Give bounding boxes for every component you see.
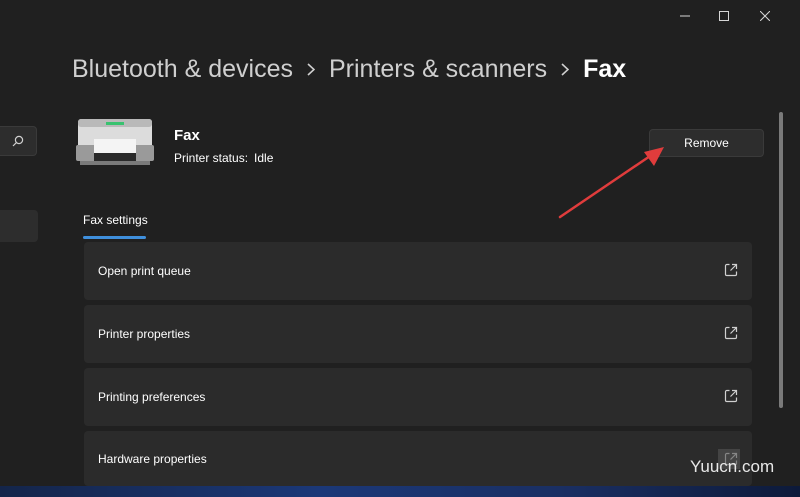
printer-icon — [76, 119, 154, 165]
setting-label: Open print queue — [98, 264, 191, 278]
chevron-right-icon — [307, 62, 315, 76]
close-icon — [760, 11, 770, 21]
page-title: Fax — [583, 54, 627, 83]
tab-selected-indicator — [83, 236, 146, 239]
search-icon — [12, 135, 24, 147]
setting-label: Printer properties — [98, 327, 191, 341]
setting-hardware-properties[interactable]: Hardware properties — [84, 431, 752, 486]
chevron-right-icon — [561, 62, 570, 76]
watermark: Yuucn.com — [690, 457, 775, 476]
breadcrumb-item-printers[interactable]: Printers & scanners — [329, 55, 547, 84]
tab-fax-settings[interactable]: Fax settings — [83, 213, 148, 227]
sidebar-search-box[interactable] — [0, 126, 37, 156]
sidebar-selected-item[interactable] — [0, 210, 38, 242]
maximize-icon — [719, 11, 729, 21]
setting-open-print-queue[interactable]: Open print queue — [84, 242, 752, 300]
open-external-icon — [724, 326, 738, 340]
desktop-background — [0, 486, 800, 497]
close-button[interactable] — [742, 0, 788, 32]
setting-label: Printing preferences — [98, 390, 206, 404]
setting-printer-properties[interactable]: Printer properties — [84, 305, 752, 363]
printer-status: Printer status: Idle — [174, 151, 273, 165]
open-external-icon — [724, 389, 738, 403]
setting-printing-preferences[interactable]: Printing preferences — [84, 368, 752, 426]
printer-status-label: Printer status: — [174, 151, 249, 165]
scrollbar[interactable] — [779, 112, 783, 408]
minimize-icon — [680, 15, 690, 17]
open-external-icon — [724, 263, 738, 277]
breadcrumb-item-bluetooth[interactable]: Bluetooth & devices — [72, 55, 293, 84]
annotation-arrow — [558, 147, 664, 219]
setting-label: Hardware properties — [98, 451, 207, 466]
breadcrumb: Bluetooth & devices Printers & scanners … — [72, 52, 626, 86]
printer-status-value: Idle — [254, 151, 274, 165]
printer-name: Fax — [174, 127, 200, 144]
maximize-button[interactable] — [701, 0, 747, 32]
